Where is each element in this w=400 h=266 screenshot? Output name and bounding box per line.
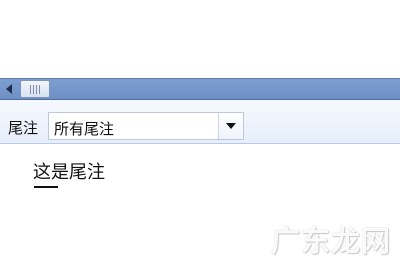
text-cursor — [34, 186, 58, 188]
watermark: 广东龙网 — [271, 224, 392, 258]
scroll-thumb[interactable] — [20, 80, 50, 98]
scroll-thumb-grip — [30, 85, 40, 94]
chevron-down-icon — [226, 123, 236, 129]
dropdown-button[interactable] — [218, 113, 243, 139]
footnote-label: 尾注 — [8, 119, 39, 137]
footnote-filter-dropdown[interactable]: 所有尾注 — [48, 112, 244, 140]
footnote-toolbar: 尾注 所有尾注 — [0, 100, 400, 144]
footnote-text[interactable]: 这是尾注 — [33, 158, 105, 184]
scroll-left-arrow-icon[interactable] — [2, 81, 16, 97]
horizontal-scrollbar[interactable] — [0, 78, 400, 100]
dropdown-selected-value: 所有尾注 — [54, 120, 115, 138]
